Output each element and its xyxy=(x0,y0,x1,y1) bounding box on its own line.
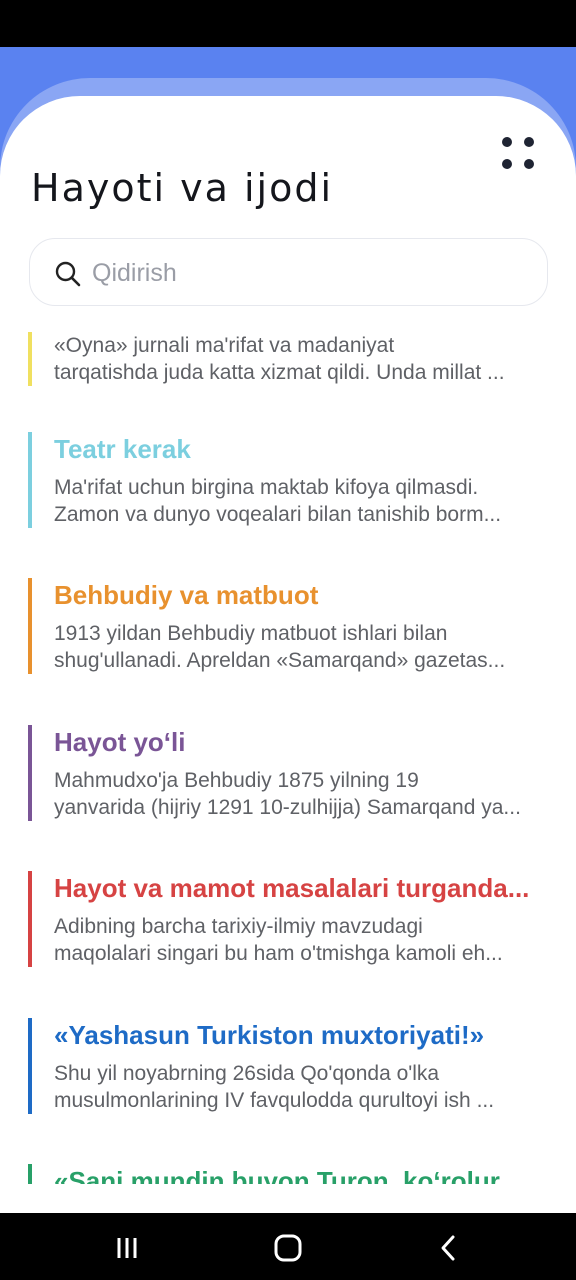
item-desc-line: tarqatishda juda katta xizmat qildi. Und… xyxy=(54,361,505,384)
list-item[interactable]: «Sani mundin buyon Turon, ko‘rolurmu xyxy=(28,1164,558,1184)
item-desc-line: Ma'rifat uchun birgina maktab kifoya qil… xyxy=(54,476,479,499)
dot xyxy=(524,159,534,169)
item-desc-line: shug'ullanadi. Apreldan «Samarqand» gaze… xyxy=(54,649,506,672)
item-desc-line: «Oyna» jurnali ma'rifat va madaniyat xyxy=(54,334,395,357)
item-desc-line: Mahmudxo'ja Behbudiy 1875 yilning 19 xyxy=(54,769,419,792)
content-card: Hayoti va ijodi «Oyna» jurnali ma'rifat … xyxy=(0,96,576,1213)
item-description: 1913 yildan Behbudiy matbuot ishlari bil… xyxy=(54,620,554,674)
item-desc-line: Shu yil noyabrning 26sida Qo'qonda o'lka xyxy=(54,1062,440,1085)
dot xyxy=(524,137,534,147)
item-description: Mahmudxo'ja Behbudiy 1875 yilning 19 yan… xyxy=(54,767,554,821)
list-item[interactable]: Teatr kerak Ma'rifat uchun birgina makta… xyxy=(28,432,558,528)
list-item[interactable]: Behbudiy va matbuot 1913 yildan Behbudiy… xyxy=(28,578,558,674)
list-item[interactable]: Hayot yo‘li Mahmudxo'ja Behbudiy 1875 yi… xyxy=(28,725,558,821)
list-item[interactable]: «Oyna» jurnali ma'rifat va madaniyat tar… xyxy=(28,332,558,386)
item-desc-line: 1913 yildan Behbudiy matbuot ishlari bil… xyxy=(54,622,448,645)
search-bar[interactable] xyxy=(29,238,548,306)
item-desc-line: Zamon va dunyo voqealari bilan tanishib … xyxy=(54,503,502,526)
item-desc-line: maqolalari singari bu ham o'tmishga kamo… xyxy=(54,942,503,965)
item-description: Ma'rifat uchun birgina maktab kifoya qil… xyxy=(54,474,554,528)
dot xyxy=(502,159,512,169)
home-icon[interactable] xyxy=(271,1231,305,1265)
list-item[interactable]: Hayot va mamot masalalari turganda... Ad… xyxy=(28,871,558,967)
item-description: Shu yil noyabrning 26sida Qo'qonda o'lka… xyxy=(54,1060,554,1114)
item-description: Adibning barcha tarixiy-ilmiy mavzudagi … xyxy=(54,913,554,967)
system-nav-bar xyxy=(0,1213,576,1280)
dots-grid-icon[interactable] xyxy=(496,136,536,176)
back-icon[interactable] xyxy=(432,1231,466,1265)
item-desc-line: musulmonlarining IV favqulodda qurultoyi… xyxy=(54,1089,495,1112)
item-desc-line: Adibning barcha tarixiy-ilmiy mavzudagi xyxy=(54,915,423,938)
item-title: Teatr kerak xyxy=(54,434,191,464)
item-description: «Oyna» jurnali ma'rifat va madaniyat tar… xyxy=(54,332,554,386)
recent-apps-icon[interactable] xyxy=(110,1231,144,1265)
item-title: «Yashasun Turkiston muxtoriyati!» xyxy=(54,1020,485,1050)
search-icon xyxy=(55,261,81,287)
item-title: Hayot yo‘li xyxy=(54,727,186,757)
search-input[interactable] xyxy=(92,253,512,293)
page-title: Hayoti va ijodi xyxy=(31,166,334,210)
item-title: Hayot va mamot masalalari turganda... xyxy=(54,873,530,903)
item-title: Behbudiy va matbuot xyxy=(54,580,319,610)
article-list: «Oyna» jurnali ma'rifat va madaniyat tar… xyxy=(0,332,576,1184)
item-title: «Sani mundin buyon Turon, ko‘rolurmu xyxy=(54,1166,534,1184)
list-item[interactable]: «Yashasun Turkiston muxtoriyati!» Shu yi… xyxy=(28,1018,558,1114)
item-desc-line: yanvarida (hijriy 1291 10-zulhijja) Sama… xyxy=(54,796,521,819)
dot xyxy=(502,137,512,147)
status-bar xyxy=(0,0,576,47)
